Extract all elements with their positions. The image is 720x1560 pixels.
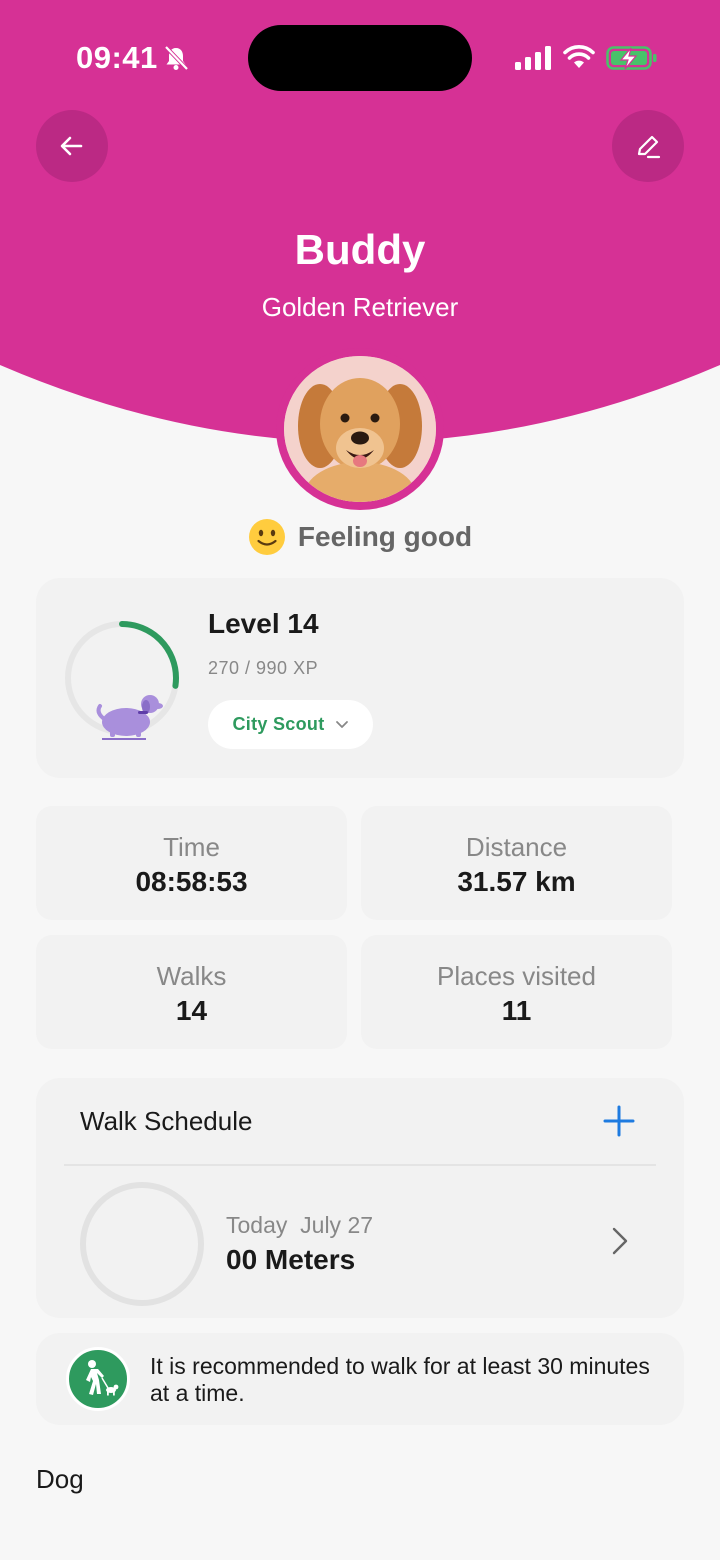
back-button[interactable]	[36, 110, 108, 182]
pet-name: Buddy	[294, 226, 426, 273]
chevron-right-icon[interactable]	[608, 1226, 632, 1256]
golden-retriever-photo	[284, 356, 436, 502]
walk-schedule-title: Walk Schedule	[80, 1106, 253, 1136]
battery-charging-icon	[606, 46, 657, 70]
plus-icon[interactable]	[602, 1104, 636, 1138]
stat-label: Distance	[465, 832, 568, 862]
person-walking-dog-icon	[66, 1347, 130, 1411]
walk-tip-text: It is recommended to walk for at least 3…	[150, 1353, 650, 1406]
pet-breed: Golden Retriever	[261, 292, 459, 322]
stat-value: 14	[175, 995, 208, 1026]
chevron-down-icon	[335, 720, 348, 728]
stat-walks: Walks 14	[36, 935, 347, 1049]
stat-time: Time 08:58:53	[36, 806, 347, 920]
level-card[interactable]: Level 14 270 / 990 XP City Scout	[36, 578, 684, 778]
walk-date: Today July 27	[226, 1212, 374, 1238]
signal-icon	[515, 46, 551, 70]
section-label-dog: Dog	[36, 1464, 84, 1494]
bell-slash-icon	[164, 45, 189, 71]
mood-label: Feeling good	[297, 521, 473, 552]
status-bar: 09:41	[0, 0, 720, 116]
status-time: 09:41	[76, 40, 158, 75]
dynamic-island	[248, 25, 472, 91]
slightly-smiling-face-icon	[248, 519, 285, 555]
arrow-left-icon	[60, 136, 83, 156]
walk-tip-card: It is recommended to walk for at least 3…	[36, 1333, 684, 1425]
level-progress-ring	[65, 621, 179, 740]
stat-label: Time	[163, 832, 220, 862]
stat-value: 08:58:53	[135, 866, 248, 897]
pencil-icon	[637, 135, 661, 159]
stat-label: Places visited	[437, 961, 596, 991]
pet-avatar[interactable]	[276, 348, 444, 510]
walk-distance: 00 Meters	[226, 1244, 356, 1275]
wifi-icon	[563, 45, 595, 68]
stat-value: 11	[501, 995, 532, 1026]
stat-distance: Distance 31.57 km	[361, 806, 672, 920]
divider	[64, 1164, 656, 1166]
walk-schedule-card: Walk Schedule Today July 27 00 Meters	[36, 1078, 684, 1318]
mood-indicator: Feeling good	[0, 518, 720, 556]
title-selector-label: City Scout	[232, 714, 325, 734]
stat-value: 31.57 km	[457, 866, 576, 897]
level-xp: 270 / 990 XP	[208, 658, 319, 678]
level-title: Level 14	[208, 608, 319, 639]
daily-walk-progress-ring	[80, 1182, 204, 1306]
title-selector[interactable]: City Scout	[208, 700, 373, 749]
stat-places-visited: Places visited 11	[361, 935, 672, 1049]
edit-button[interactable]	[612, 110, 684, 182]
stat-label: Walks	[156, 961, 227, 991]
